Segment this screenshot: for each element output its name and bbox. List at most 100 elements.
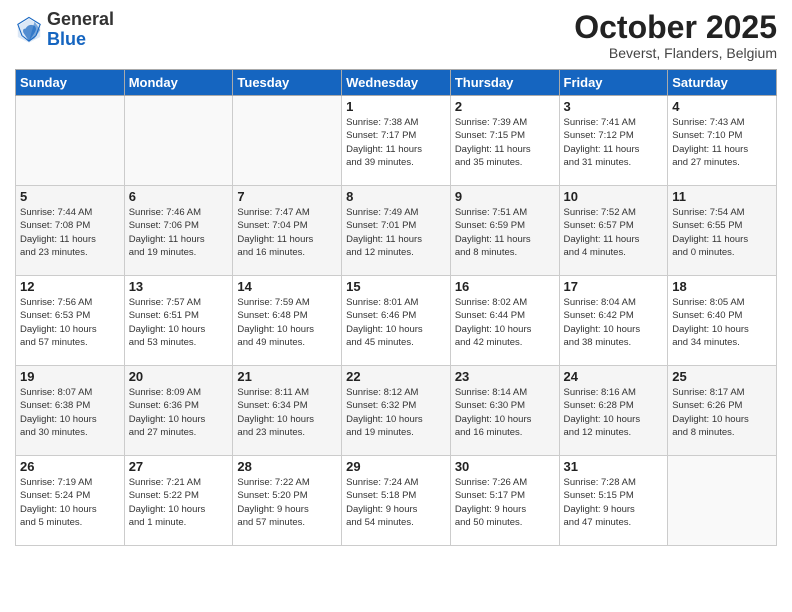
day-info: Sunrise: 7:54 AM Sunset: 6:55 PM Dayligh… <box>672 206 772 259</box>
day-info: Sunrise: 8:05 AM Sunset: 6:40 PM Dayligh… <box>672 296 772 349</box>
day-number: 6 <box>129 189 229 204</box>
calendar-cell: 7 Sunrise: 7:47 AM Sunset: 7:04 PM Daylig… <box>233 186 342 276</box>
day-number: 5 <box>20 189 120 204</box>
location-subtitle: Beverst, Flanders, Belgium <box>574 45 777 61</box>
day-info: Sunrise: 7:38 AM Sunset: 7:17 PM Dayligh… <box>346 116 446 169</box>
day-info: Sunrise: 7:19 AM Sunset: 5:24 PM Dayligh… <box>20 476 120 529</box>
header-thursday: Thursday <box>450 70 559 96</box>
day-number: 4 <box>672 99 772 114</box>
day-number: 29 <box>346 459 446 474</box>
day-number: 23 <box>455 369 555 384</box>
day-info: Sunrise: 8:17 AM Sunset: 6:26 PM Dayligh… <box>672 386 772 439</box>
week-row-2: 5 Sunrise: 7:44 AM Sunset: 7:08 PM Daylig… <box>16 186 777 276</box>
logo-icon <box>15 16 43 44</box>
logo-general: General <box>47 9 114 29</box>
week-row-5: 26Sunrise: 7:19 AM Sunset: 5:24 PM Dayli… <box>16 456 777 546</box>
day-number: 17 <box>564 279 664 294</box>
day-info: Sunrise: 7:41 AM Sunset: 7:12 PM Dayligh… <box>564 116 664 169</box>
day-number: 3 <box>564 99 664 114</box>
day-number: 10 <box>564 189 664 204</box>
day-number: 24 <box>564 369 664 384</box>
calendar-cell: 17 Sunrise: 8:04 AM Sunset: 6:42 PM Dayli… <box>559 276 668 366</box>
day-number: 25 <box>672 369 772 384</box>
page-header: General Blue October 2025 Beverst, Fland… <box>15 10 777 61</box>
day-info: Sunrise: 8:07 AM Sunset: 6:38 PM Dayligh… <box>20 386 120 439</box>
day-number: 31 <box>564 459 664 474</box>
title-block: October 2025 Beverst, Flanders, Belgium <box>574 10 777 61</box>
calendar-cell: 28Sunrise: 7:22 AM Sunset: 5:20 PM Dayli… <box>233 456 342 546</box>
day-info: Sunrise: 7:57 AM Sunset: 6:51 PM Dayligh… <box>129 296 229 349</box>
day-number: 18 <box>672 279 772 294</box>
day-info: Sunrise: 7:43 AM Sunset: 7:10 PM Dayligh… <box>672 116 772 169</box>
calendar-cell: 29 Sunrise: 7:24 AM Sunset: 5:18 PM Dayli… <box>342 456 451 546</box>
calendar-cell: 8 Sunrise: 7:49 AM Sunset: 7:01 PM Daylig… <box>342 186 451 276</box>
logo-text: General Blue <box>47 10 114 50</box>
calendar-cell: 25 Sunrise: 8:17 AM Sunset: 6:26 PM Dayli… <box>668 366 777 456</box>
day-number: 28 <box>237 459 337 474</box>
page-container: General Blue October 2025 Beverst, Fland… <box>0 0 792 556</box>
calendar-cell: 31 Sunrise: 7:28 AM Sunset: 5:15 PM Dayli… <box>559 456 668 546</box>
header-monday: Monday <box>124 70 233 96</box>
calendar-cell: 20 Sunrise: 8:09 AM Sunset: 6:36 PM Dayli… <box>124 366 233 456</box>
day-info: Sunrise: 7:49 AM Sunset: 7:01 PM Dayligh… <box>346 206 446 259</box>
calendar-cell: 22Sunrise: 8:12 AM Sunset: 6:32 PM Dayli… <box>342 366 451 456</box>
calendar-cell: 10 Sunrise: 7:52 AM Sunset: 6:57 PM Dayli… <box>559 186 668 276</box>
day-number: 27 <box>129 459 229 474</box>
header-saturday: Saturday <box>668 70 777 96</box>
calendar-cell: 1 Sunrise: 7:38 AM Sunset: 7:17 PM Daylig… <box>342 96 451 186</box>
day-number: 19 <box>20 369 120 384</box>
day-number: 8 <box>346 189 446 204</box>
calendar-table: SundayMondayTuesdayWednesdayThursdayFrid… <box>15 69 777 546</box>
calendar-cell: 9 Sunrise: 7:51 AM Sunset: 6:59 PM Daylig… <box>450 186 559 276</box>
calendar-cell: 5 Sunrise: 7:44 AM Sunset: 7:08 PM Daylig… <box>16 186 125 276</box>
calendar-cell: 3 Sunrise: 7:41 AM Sunset: 7:12 PM Daylig… <box>559 96 668 186</box>
calendar-cell: 11Sunrise: 7:54 AM Sunset: 6:55 PM Dayli… <box>668 186 777 276</box>
day-number: 14 <box>237 279 337 294</box>
day-number: 20 <box>129 369 229 384</box>
day-info: Sunrise: 8:16 AM Sunset: 6:28 PM Dayligh… <box>564 386 664 439</box>
day-number: 15 <box>346 279 446 294</box>
calendar-cell <box>16 96 125 186</box>
day-number: 22 <box>346 369 446 384</box>
header-friday: Friday <box>559 70 668 96</box>
day-info: Sunrise: 8:01 AM Sunset: 6:46 PM Dayligh… <box>346 296 446 349</box>
calendar-cell: 4 Sunrise: 7:43 AM Sunset: 7:10 PM Daylig… <box>668 96 777 186</box>
day-number: 2 <box>455 99 555 114</box>
day-info: Sunrise: 8:02 AM Sunset: 6:44 PM Dayligh… <box>455 296 555 349</box>
logo-blue: Blue <box>47 29 86 49</box>
header-sunday: Sunday <box>16 70 125 96</box>
day-number: 13 <box>129 279 229 294</box>
day-info: Sunrise: 8:11 AM Sunset: 6:34 PM Dayligh… <box>237 386 337 439</box>
calendar-cell: 6 Sunrise: 7:46 AM Sunset: 7:06 PM Daylig… <box>124 186 233 276</box>
day-info: Sunrise: 7:46 AM Sunset: 7:06 PM Dayligh… <box>129 206 229 259</box>
day-number: 7 <box>237 189 337 204</box>
day-info: Sunrise: 7:51 AM Sunset: 6:59 PM Dayligh… <box>455 206 555 259</box>
calendar-cell: 30Sunrise: 7:26 AM Sunset: 5:17 PM Dayli… <box>450 456 559 546</box>
calendar-cell: 23Sunrise: 8:14 AM Sunset: 6:30 PM Dayli… <box>450 366 559 456</box>
day-info: Sunrise: 7:26 AM Sunset: 5:17 PM Dayligh… <box>455 476 555 529</box>
calendar-cell: 15 Sunrise: 8:01 AM Sunset: 6:46 PM Dayli… <box>342 276 451 366</box>
calendar-cell: 2Sunrise: 7:39 AM Sunset: 7:15 PM Daylig… <box>450 96 559 186</box>
calendar-cell: 14Sunrise: 7:59 AM Sunset: 6:48 PM Dayli… <box>233 276 342 366</box>
calendar-cell: 26Sunrise: 7:19 AM Sunset: 5:24 PM Dayli… <box>16 456 125 546</box>
calendar-cell: 24 Sunrise: 8:16 AM Sunset: 6:28 PM Dayli… <box>559 366 668 456</box>
day-info: Sunrise: 8:04 AM Sunset: 6:42 PM Dayligh… <box>564 296 664 349</box>
day-info: Sunrise: 8:09 AM Sunset: 6:36 PM Dayligh… <box>129 386 229 439</box>
day-number: 1 <box>346 99 446 114</box>
day-info: Sunrise: 7:52 AM Sunset: 6:57 PM Dayligh… <box>564 206 664 259</box>
day-info: Sunrise: 7:44 AM Sunset: 7:08 PM Dayligh… <box>20 206 120 259</box>
day-info: Sunrise: 7:21 AM Sunset: 5:22 PM Dayligh… <box>129 476 229 529</box>
calendar-cell: 27 Sunrise: 7:21 AM Sunset: 5:22 PM Dayli… <box>124 456 233 546</box>
day-info: Sunrise: 7:24 AM Sunset: 5:18 PM Dayligh… <box>346 476 446 529</box>
week-row-3: 12Sunrise: 7:56 AM Sunset: 6:53 PM Dayli… <box>16 276 777 366</box>
calendar-cell: 19 Sunrise: 8:07 AM Sunset: 6:38 PM Dayli… <box>16 366 125 456</box>
header-tuesday: Tuesday <box>233 70 342 96</box>
calendar-cell <box>668 456 777 546</box>
day-info: Sunrise: 7:47 AM Sunset: 7:04 PM Dayligh… <box>237 206 337 259</box>
calendar-cell: 13 Sunrise: 7:57 AM Sunset: 6:51 PM Dayli… <box>124 276 233 366</box>
day-info: Sunrise: 7:28 AM Sunset: 5:15 PM Dayligh… <box>564 476 664 529</box>
day-number: 21 <box>237 369 337 384</box>
day-number: 9 <box>455 189 555 204</box>
month-title: October 2025 <box>574 10 777 45</box>
calendar-cell: 18 Sunrise: 8:05 AM Sunset: 6:40 PM Dayli… <box>668 276 777 366</box>
